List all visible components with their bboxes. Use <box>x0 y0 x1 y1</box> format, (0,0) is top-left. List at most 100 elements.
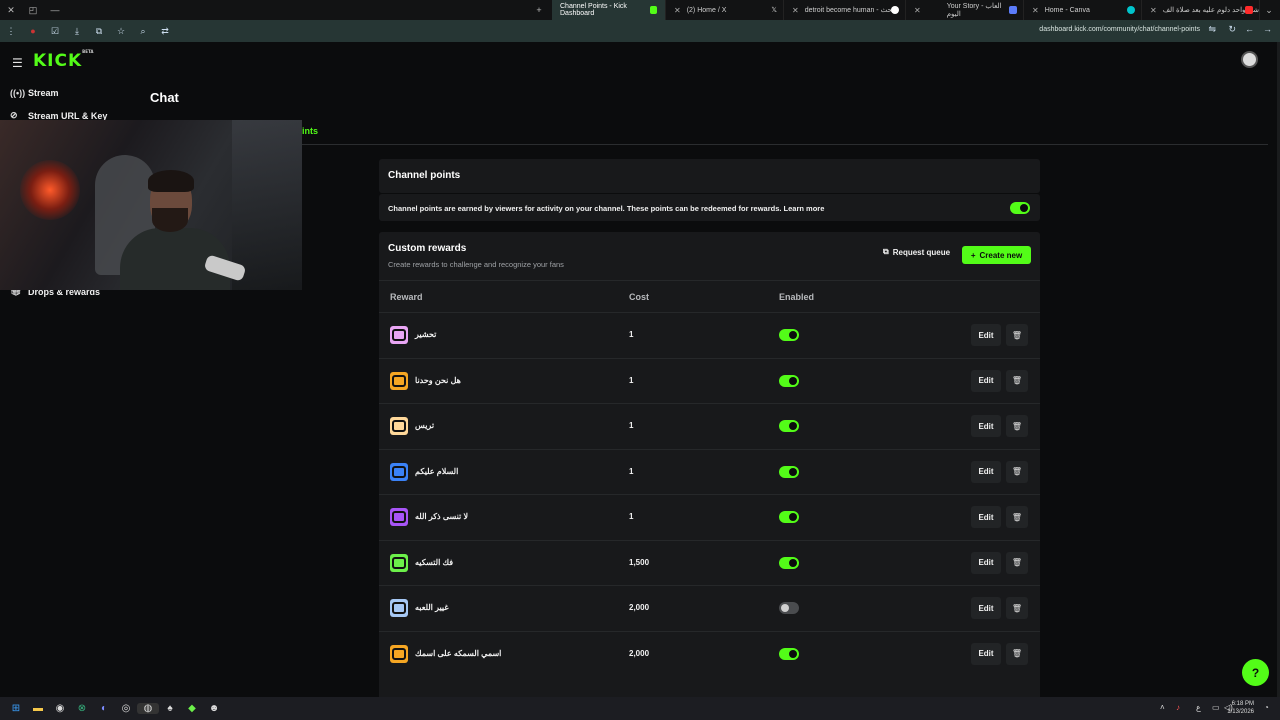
tab-list-icon[interactable]: ⌄ <box>1258 5 1280 16</box>
edit-button[interactable]: Edit <box>971 597 1001 619</box>
tab-canva[interactable]: ✕ Home - Canva <box>1024 0 1142 20</box>
table-row: فك التسكيه 1,500 Edit 🗑︎ <box>379 539 1040 585</box>
app-icon[interactable]: ♠ <box>159 703 181 714</box>
request-queue-button[interactable]: ⧉ Request queue <box>883 247 950 257</box>
menu-icon[interactable]: ⋮ <box>0 26 22 37</box>
network-icon[interactable]: ▭ <box>1212 703 1220 712</box>
delete-button[interactable]: 🗑︎ <box>1006 642 1028 665</box>
back-icon[interactable]: ← <box>1245 24 1254 34</box>
delete-button[interactable]: 🗑︎ <box>1006 460 1028 483</box>
channel-points-title: Channel points <box>388 170 461 181</box>
chrome-icon[interactable]: ◍ <box>137 703 159 714</box>
site-settings-icon[interactable]: ⇋ <box>1208 24 1216 35</box>
tab-x-home[interactable]: ✕ (2) Home / X 𝕏 <box>666 0 784 20</box>
reward-name: السلام عليكم <box>415 466 459 476</box>
game-icon[interactable]: ◆ <box>181 703 203 714</box>
reward-enabled-toggle[interactable] <box>779 329 799 341</box>
plus-icon: + <box>970 250 976 260</box>
reward-enabled-toggle[interactable] <box>779 511 799 523</box>
extensions-puzzle-icon[interactable]: ⧉ <box>88 26 110 37</box>
column-header-reward: Reward <box>390 292 423 302</box>
tray-expand-icon[interactable]: ˄ <box>1160 703 1165 712</box>
zoom-icon[interactable]: ⌕ <box>132 26 154 37</box>
obs-icon[interactable]: ◎ <box>115 703 137 714</box>
file-explorer-icon[interactable]: ▬ <box>27 703 49 714</box>
table-row: تريس 1 Edit 🗑︎ <box>379 403 1040 448</box>
reward-icon <box>390 417 408 435</box>
minimize-window-icon[interactable]: — <box>44 5 66 15</box>
bookmark-star-icon[interactable]: ☆ <box>110 26 132 37</box>
reward-enabled-toggle[interactable] <box>779 420 799 432</box>
microphone-icon[interactable]: ♪ <box>1176 703 1180 712</box>
windows-taskbar: ⊞ ▬ ◉ ⊗ ◐ ◎ ◍ ♠ ◆ ☻ ˄ ♪ ع ▭ ◁) 6:18 PM 1… <box>0 697 1280 720</box>
close-tab-icon[interactable]: ✕ <box>674 6 681 15</box>
delete-button[interactable]: 🗑︎ <box>1006 506 1028 528</box>
close-tab-icon[interactable]: ✕ <box>792 6 799 15</box>
notifications-icon[interactable]: ◔ <box>1264 703 1269 712</box>
reload-icon[interactable]: ↻ <box>1228 24 1236 35</box>
reward-enabled-toggle[interactable] <box>779 647 799 660</box>
edit-button[interactable]: Edit <box>971 506 1001 528</box>
close-window-icon[interactable]: ✕ <box>0 5 22 16</box>
new-tab-button[interactable]: + <box>528 5 550 15</box>
edit-button[interactable]: Edit <box>971 460 1001 483</box>
close-tab-icon[interactable]: ✕ <box>1150 6 1157 15</box>
reward-name: غيير اللعبه <box>415 603 449 612</box>
browser-address-bar: ⋮ ● ☑ ⤓ ⧉ ☆ ⌕ ⇄ dashboard.kick.com/commu… <box>0 20 1280 42</box>
hamburger-menu-icon[interactable]: ☰ <box>12 56 23 70</box>
edit-button[interactable]: Edit <box>971 642 1001 665</box>
delete-button[interactable]: 🗑︎ <box>1006 369 1028 392</box>
help-chat-button[interactable]: ? <box>1242 659 1269 686</box>
reward-icon <box>390 326 408 344</box>
translate-icon[interactable]: ⇄ <box>154 26 176 37</box>
reward-icon <box>390 553 408 572</box>
clock[interactable]: 6:18 PM 1/13/2026 <box>1227 700 1254 716</box>
close-tab-icon[interactable]: ✕ <box>1032 6 1039 15</box>
reward-name: اسمي السمكه على اسمك <box>415 648 502 658</box>
reward-enabled-toggle[interactable] <box>779 374 799 387</box>
tab-channel-points[interactable]: Channel Points - Kick Dashboard <box>552 0 666 20</box>
reward-enabled-toggle[interactable] <box>779 556 799 569</box>
trash-icon: 🗑︎ <box>1011 603 1023 613</box>
broadcast-icon: ((•)) <box>10 88 26 98</box>
edit-button[interactable]: Edit <box>971 415 1001 437</box>
channel-points-toggle[interactable] <box>1010 202 1030 214</box>
xbox-icon[interactable]: ⊗ <box>71 703 93 714</box>
delete-button[interactable]: 🗑︎ <box>1006 415 1028 437</box>
forward-icon[interactable]: → <box>1263 24 1272 34</box>
edit-button[interactable]: Edit <box>971 324 1001 346</box>
download-icon[interactable]: ⤓ <box>66 26 88 37</box>
url-field[interactable]: dashboard.kick.com/community/chat/channe… <box>1039 26 1200 33</box>
edit-button[interactable]: Edit <box>971 551 1001 574</box>
reward-icon <box>390 644 408 663</box>
restore-window-icon[interactable]: ◰ <box>22 5 44 16</box>
avatar[interactable] <box>1241 51 1258 68</box>
language-indicator[interactable]: ع <box>1196 703 1201 712</box>
reward-icon <box>390 371 408 390</box>
reward-enabled-toggle[interactable] <box>779 465 799 478</box>
discord-icon[interactable]: ◐ <box>93 703 115 714</box>
delete-button[interactable]: 🗑︎ <box>1006 551 1028 574</box>
extension-icon[interactable]: ● <box>22 26 44 36</box>
sidebar-item-stream[interactable]: ((•)) Stream <box>10 88 59 98</box>
delete-button[interactable]: 🗑︎ <box>1006 324 1028 346</box>
table-row: السلام عليكم 1 Edit 🗑︎ <box>379 448 1040 494</box>
reward-enabled-toggle[interactable] <box>779 602 799 614</box>
create-new-button[interactable]: + Create new <box>962 246 1031 264</box>
tab-channel-points[interactable]: ints <box>302 126 318 136</box>
tab-youtube[interactable]: ✕ شرا واحد دلوم عليه بعد صلاة الف... <box>1142 0 1260 20</box>
steam-icon[interactable]: ◉ <box>49 703 71 714</box>
streamer-hair <box>148 170 194 192</box>
tab-search[interactable]: ✕ detroit become human - بحث <box>784 0 906 20</box>
kick-logo[interactable]: KICKBETA <box>33 49 93 71</box>
tab-your-story[interactable]: ✕ Your Story - العاب اليوم <box>906 0 1024 20</box>
edit-button[interactable]: Edit <box>971 369 1001 392</box>
panda-app-icon[interactable]: ☻ <box>203 703 225 714</box>
app-favicon-icon <box>1009 6 1017 14</box>
table-row: غيير اللعبه 2,000 Edit 🗑︎ <box>379 585 1040 630</box>
delete-button[interactable]: 🗑︎ <box>1006 597 1028 619</box>
lamp-glow <box>20 160 80 220</box>
tasks-icon[interactable]: ☑ <box>44 26 66 37</box>
close-tab-icon[interactable]: ✕ <box>914 6 921 15</box>
windows-start-icon[interactable]: ⊞ <box>5 703 27 714</box>
